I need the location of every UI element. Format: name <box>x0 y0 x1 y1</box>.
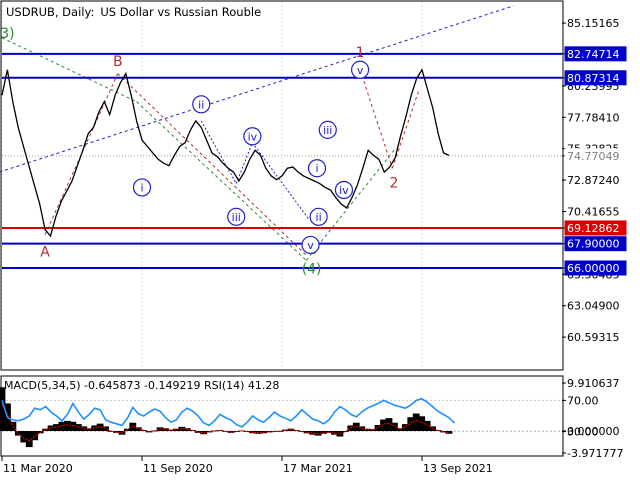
wave-circle-label: iii <box>323 124 332 137</box>
indicator-axis: 9.91063770.0030.000.000000-3.971777 <box>562 377 623 460</box>
indicator-tick-label: 70.00 <box>567 394 599 407</box>
wave-circle-label: ii <box>316 211 322 224</box>
price-tick-label: 77.78410 <box>567 111 620 124</box>
wave-label: A <box>40 244 50 260</box>
wave-label: (4) <box>302 262 322 278</box>
level-label: 82.74714 <box>567 48 620 61</box>
wave-label: 1 <box>356 45 365 61</box>
level-label: 66.00000 <box>567 262 620 275</box>
wave-circle-label: v <box>357 64 364 77</box>
chart-header: USDRUB, Daily: US Dollar vs Russian Roubl… <box>6 5 261 19</box>
wave-circle-label: iv <box>248 130 258 143</box>
time-tick-label: 13 Sep 2021 <box>423 462 493 475</box>
wave-circle-label: i <box>140 181 143 194</box>
time-tick-label: 11 Sep 2020 <box>143 462 213 475</box>
price-axis: 85.1516580.2399577.7841075.3282572.87240… <box>562 17 620 344</box>
indicator-tick-label: -3.971777 <box>567 447 623 460</box>
level-label: 74.77049 <box>567 150 620 163</box>
chart-root: 85.1516580.2399577.7841075.3282572.87240… <box>0 0 640 480</box>
wave-circle-label: ii <box>198 98 204 111</box>
time-tick-label: 17 Mar 2021 <box>283 462 353 475</box>
price-tick-label: 60.59315 <box>567 331 620 344</box>
wave-label: (3) <box>0 26 15 42</box>
usdrub-chart: 85.1516580.2399577.7841075.3282572.87240… <box>0 0 627 475</box>
wave-circle-label: v <box>307 239 314 252</box>
time-axis: 11 Mar 2020 11 Sep 2020 17 Mar 2021 13 Sep … <box>1 456 493 475</box>
level-label: 80.87314 <box>567 72 620 85</box>
price-tick-label: 72.87240 <box>567 174 620 187</box>
price-tick-label: 70.41655 <box>567 206 620 219</box>
wave-label: B <box>113 54 123 70</box>
wave-circle-label: iii <box>232 211 241 224</box>
level-label: 69.12862 <box>567 222 620 235</box>
level-label: 67.90000 <box>567 238 620 251</box>
wave-label: 2 <box>390 175 399 191</box>
price-tick-label: 63.04900 <box>567 300 620 313</box>
time-tick-label: 11 Mar 2020 <box>3 462 73 475</box>
indicator-title: MACD(5,34,5) -0.645873 -0.149219 RSI(14)… <box>4 379 279 392</box>
indicator-tick-label: 9.910637 <box>567 377 620 390</box>
indicator-tick-label: 0.000000 <box>567 425 620 438</box>
price-tick-label: 85.15165 <box>567 17 620 30</box>
wave-circle-label: iv <box>339 184 349 197</box>
level-price-labels: 82.74714 80.87314 74.77049 69.12862 67.90000… <box>564 46 627 276</box>
wave-circle-label: i <box>315 162 318 175</box>
